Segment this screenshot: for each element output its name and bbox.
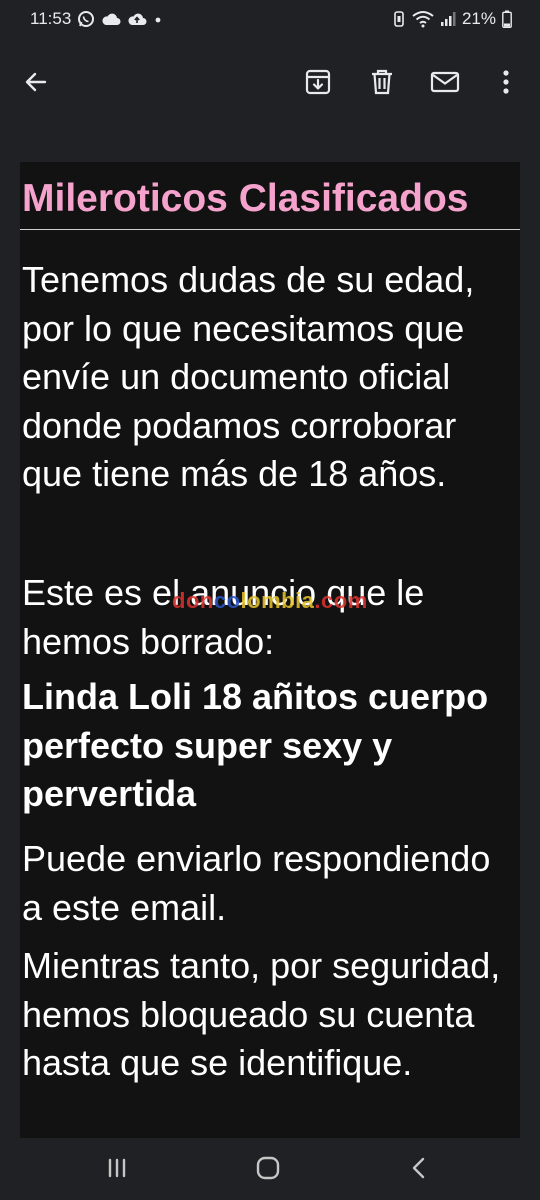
email-paragraph-age-doubt: Tenemos dudas de su edad, por lo que nec…	[22, 259, 475, 494]
status-time: 11:53	[30, 9, 72, 28]
email-paragraph-ad-title: Linda Loli 18 añitos cuerpo perfecto sup…	[22, 676, 489, 814]
more-vert-icon[interactable]	[484, 60, 528, 104]
wifi-icon	[412, 10, 434, 28]
back-arrow-icon[interactable]	[14, 60, 58, 104]
email-title: Mileroticos Clasificados	[22, 177, 469, 220]
back-icon[interactable]	[397, 1148, 441, 1188]
watermark-part: don	[172, 588, 214, 613]
recents-icon[interactable]	[95, 1148, 139, 1188]
watermark-part: .com	[314, 588, 368, 613]
home-icon[interactable]	[246, 1148, 290, 1188]
battery-percent: 21%	[461, 9, 496, 28]
email-paragraph-reply-instructions: Puede enviarlo respondiendo a este email…	[22, 838, 491, 928]
status-left: 11:53	[30, 9, 163, 29]
email-paragraph-deleted-ad-intro: Este es el anuncio que le hemos borrado:	[22, 572, 425, 662]
delete-icon[interactable]	[360, 60, 404, 104]
email-content: Mileroticos Clasificados Tenemos dudas d…	[0, 124, 540, 1138]
battery-icon	[502, 10, 512, 28]
cloud-icon	[101, 12, 121, 26]
dot-icon	[153, 14, 163, 24]
email-body: Mileroticos Clasificados Tenemos dudas d…	[20, 162, 520, 1138]
status-bar: 11:53 21%	[0, 0, 540, 40]
vibrate-icon	[392, 10, 406, 28]
system-nav-bar	[0, 1138, 540, 1200]
cloud-upload-icon	[127, 12, 147, 26]
whatsapp-icon	[77, 10, 95, 28]
watermark-part: lombia	[240, 588, 315, 613]
app-bar	[0, 40, 540, 124]
email-paragraph-account-blocked: Mientras tanto, por seguridad, hemos blo…	[22, 945, 501, 1083]
watermark-part: co	[213, 588, 241, 613]
signal-icon	[440, 11, 456, 27]
title-divider	[20, 229, 520, 230]
status-right: 21%	[392, 9, 512, 29]
watermark-logo: doncolombia.com	[172, 588, 368, 614]
mail-icon[interactable]	[423, 60, 467, 104]
archive-icon[interactable]	[296, 60, 340, 104]
